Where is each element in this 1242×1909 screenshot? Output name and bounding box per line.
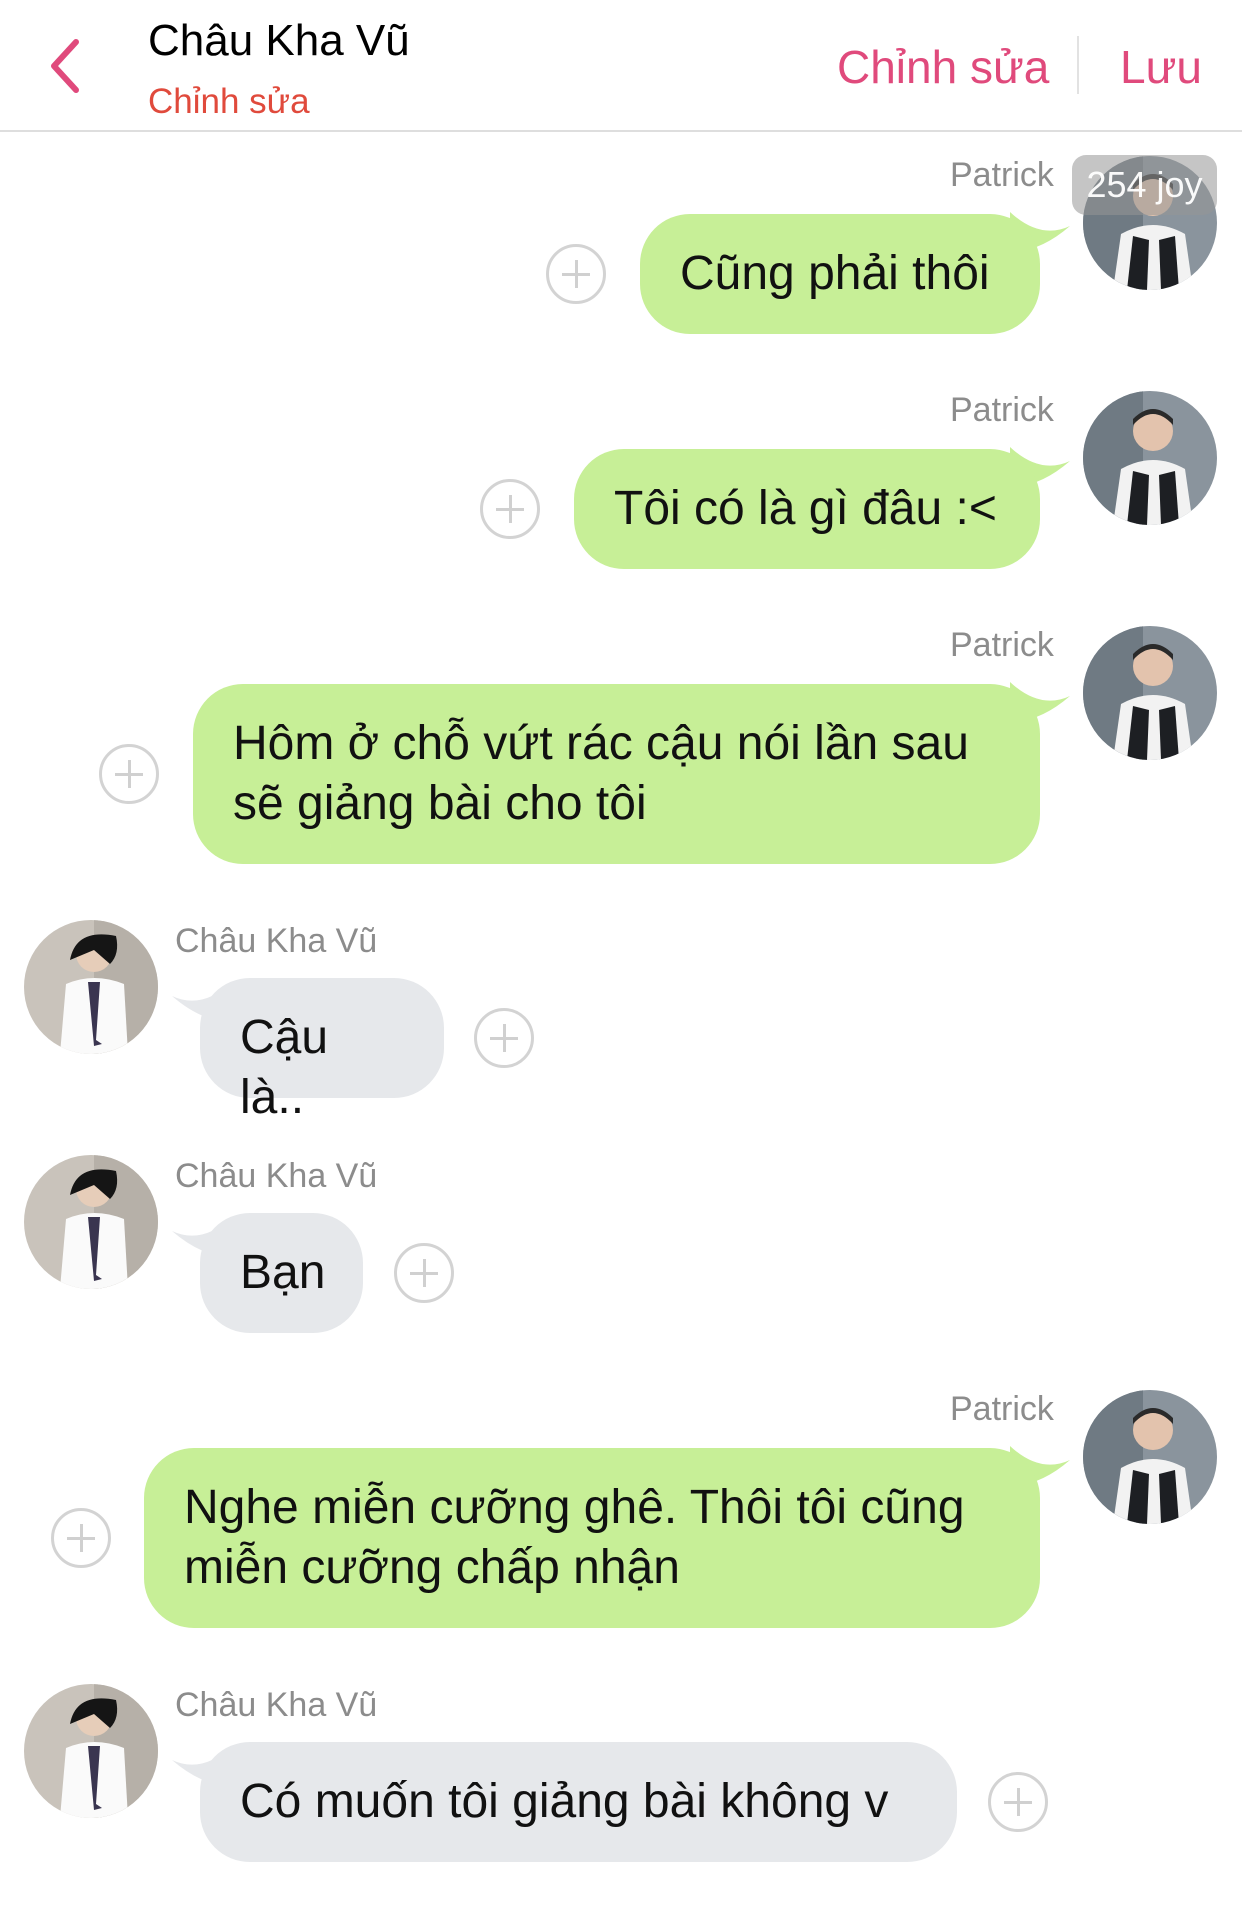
add-reaction-button[interactable] bbox=[99, 744, 159, 804]
avatar-patrick-image bbox=[1083, 391, 1217, 525]
message-text: Bạn bbox=[240, 1246, 326, 1299]
message-bubble-incoming[interactable]: Cậu là.. bbox=[200, 978, 444, 1124]
sender-name: Châu Kha Vũ bbox=[175, 922, 378, 960]
avatar-patrick-image bbox=[1083, 626, 1217, 760]
add-reaction-button[interactable] bbox=[988, 1772, 1048, 1832]
avatar-chau-kha-vu[interactable] bbox=[24, 1155, 158, 1289]
chat-header: Châu Kha Vũ Chỉnh sửa Chỉnh sửa Lưu bbox=[0, 0, 1242, 132]
avatar-chau-kha-vu-image bbox=[24, 1155, 158, 1289]
sender-name: Patrick bbox=[950, 391, 1054, 429]
avatar-chau-kha-vu-image bbox=[24, 920, 158, 1054]
avatar-chau-kha-vu-image bbox=[24, 1684, 158, 1818]
avatar-patrick[interactable] bbox=[1083, 626, 1217, 760]
message-text-line: sẽ giảng bài cho tôi bbox=[233, 777, 647, 830]
sender-name: Patrick bbox=[950, 156, 1054, 194]
message-text: Có muốn tôi giảng bài không v bbox=[240, 1775, 889, 1828]
message-text-line: miễn cưỡng chấp nhận bbox=[184, 1541, 680, 1594]
message-bubble-incoming[interactable]: Bạn bbox=[200, 1213, 363, 1333]
add-reaction-button[interactable] bbox=[51, 1508, 111, 1568]
watermark-badge: 254 joy bbox=[1072, 155, 1217, 215]
avatar-patrick[interactable] bbox=[1083, 1390, 1217, 1524]
message-text: Cậu là.. bbox=[240, 1011, 329, 1124]
add-reaction-button[interactable] bbox=[394, 1243, 454, 1303]
back-button[interactable] bbox=[42, 34, 92, 98]
avatar-patrick[interactable] bbox=[1083, 391, 1217, 525]
add-reaction-button[interactable] bbox=[480, 479, 540, 539]
message-text: Tôi có là gì đâu :< bbox=[614, 482, 997, 535]
add-reaction-button[interactable] bbox=[546, 244, 606, 304]
message-text-line: Nghe miễn cưỡng ghê. Thôi tôi cũng bbox=[184, 1481, 965, 1534]
message-bubble-outgoing[interactable]: Nghe miễn cưỡng ghê. Thôi tôi cũng miễn … bbox=[144, 1448, 1040, 1628]
message-bubble-outgoing[interactable]: Cũng phải thôi bbox=[640, 214, 1040, 334]
avatar-chau-kha-vu[interactable] bbox=[24, 1684, 158, 1818]
sender-name: Patrick bbox=[950, 1390, 1054, 1428]
message-bubble-outgoing[interactable]: Tôi có là gì đâu :< bbox=[574, 449, 1040, 569]
sender-name: Patrick bbox=[950, 626, 1054, 664]
header-divider bbox=[1077, 36, 1079, 94]
avatar-patrick-image bbox=[1083, 1390, 1217, 1524]
message-bubble-incoming[interactable]: Có muốn tôi giảng bài không v bbox=[200, 1742, 957, 1862]
avatar-chau-kha-vu[interactable] bbox=[24, 920, 158, 1054]
add-reaction-button[interactable] bbox=[474, 1008, 534, 1068]
sender-name: Châu Kha Vũ bbox=[175, 1157, 378, 1195]
message-text-line: Hôm ở chỗ vứt rác cậu nói lần sau bbox=[233, 717, 969, 770]
sender-name: Châu Kha Vũ bbox=[175, 1686, 378, 1724]
contact-name: Châu Kha Vũ bbox=[148, 16, 410, 65]
edit-button[interactable]: Chỉnh sửa bbox=[837, 40, 1049, 94]
message-text: Cũng phải thôi bbox=[680, 247, 990, 300]
chevron-left-icon bbox=[51, 39, 79, 93]
header-subtitle: Chỉnh sửa bbox=[148, 82, 310, 121]
save-button[interactable]: Lưu bbox=[1120, 40, 1202, 94]
message-bubble-outgoing[interactable]: Hôm ở chỗ vứt rác cậu nói lần sau sẽ giả… bbox=[193, 684, 1040, 864]
